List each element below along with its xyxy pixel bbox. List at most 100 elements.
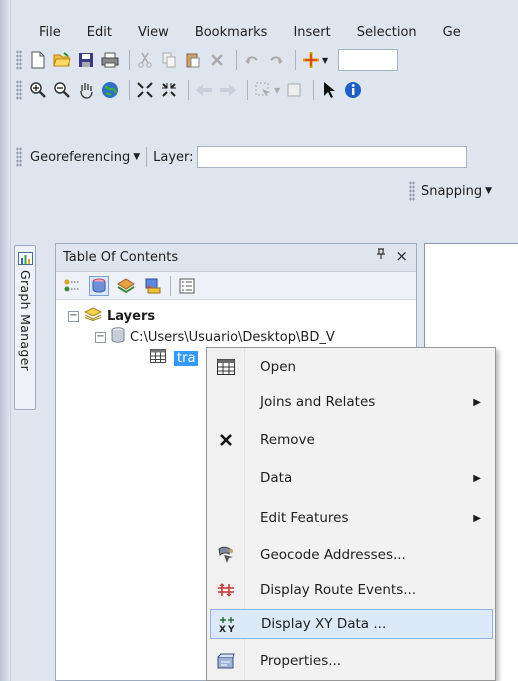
menu-item-label: Display XY Data ... [261, 616, 387, 632]
arcmap-window: File Edit View Bookmarks Insert Selectio… [0, 0, 518, 681]
options-icon[interactable] [177, 276, 197, 296]
table-icon [216, 357, 236, 377]
identify-icon[interactable] [343, 80, 363, 100]
georeferencing-toolbar: Georeferencing ▼ Layer: [12, 142, 518, 172]
tree-item-source-folder[interactable]: − C:\Users\Usuario\Desktop\BD_V [95, 327, 335, 347]
menu-item-joins-and-relates[interactable]: Joins and Relates ▶ [210, 387, 493, 417]
menu-geoprocessing[interactable]: Ge [417, 25, 461, 40]
menu-item-open[interactable]: Open [210, 352, 493, 382]
chevron-down-icon[interactable]: ▼ [322, 56, 328, 65]
fixed-zoom-in-icon[interactable] [135, 80, 155, 100]
close-icon [216, 430, 236, 450]
open-folder-icon[interactable] [52, 50, 72, 70]
svg-text:Y: Y [227, 625, 235, 634]
select-elements-icon[interactable] [319, 80, 339, 100]
menu-item-label: Joins and Relates [260, 394, 376, 410]
copy-icon[interactable] [159, 50, 179, 70]
menu-file[interactable]: File [12, 25, 61, 40]
menu-item-display-xy-data[interactable]: XY Display XY Data ... [210, 609, 493, 639]
standard-toolbar: ▼ [12, 45, 518, 75]
select-features-icon[interactable] [253, 80, 273, 100]
menu-item-label: Open [260, 359, 297, 375]
menu-item-label: Geocode Addresses... [260, 547, 406, 563]
menu-item-properties[interactable]: Properties... [210, 646, 493, 676]
toolbar-separator [146, 147, 148, 167]
add-data-icon[interactable] [301, 50, 321, 70]
menu-item-display-route-events[interactable]: Display Route Events... [210, 575, 493, 605]
menu-item-edit-features[interactable]: Edit Features ▶ [210, 503, 493, 533]
georeferencing-menu[interactable]: Georeferencing [30, 150, 130, 165]
menu-view[interactable]: View [112, 25, 169, 40]
submenu-arrow-icon: ▶ [473, 396, 481, 408]
route-events-icon [216, 580, 236, 600]
menu-selection[interactable]: Selection [331, 25, 417, 40]
new-document-icon[interactable] [28, 50, 48, 70]
zoom-out-icon[interactable] [52, 80, 72, 100]
collapse-icon[interactable]: − [68, 310, 79, 322]
snapping-toolbar: Snapping ▼ [405, 178, 492, 204]
list-by-drawing-order-icon[interactable] [62, 276, 82, 296]
full-extent-icon[interactable] [100, 80, 120, 100]
graph-manager-tab[interactable]: Graph Manager [14, 245, 36, 410]
tree-item-table[interactable]: tra [150, 348, 199, 368]
toolbar-separator [247, 80, 248, 100]
pin-icon[interactable] [375, 248, 387, 264]
collapse-icon[interactable]: − [95, 331, 106, 343]
submenu-arrow-icon: ▶ [473, 512, 481, 524]
toolbar-separator [313, 80, 315, 100]
paste-icon[interactable] [183, 50, 203, 70]
xy-data-icon: XY [217, 615, 237, 635]
folder-path-label: C:\Users\Usuario\Desktop\BD_V [130, 329, 335, 345]
toolbar-separator [236, 50, 237, 70]
menu-item-remove[interactable]: Remove [210, 425, 493, 455]
menu-bookmarks[interactable]: Bookmarks [169, 25, 268, 40]
toolbar-grip[interactable] [409, 181, 415, 201]
toolbar-separator [295, 50, 296, 70]
context-menu: Open Joins and Relates ▶ Remove Data ▶ E… [206, 347, 496, 681]
chevron-down-icon[interactable]: ▼ [274, 86, 280, 95]
map-scale-combo[interactable] [338, 49, 399, 71]
tree-item-layers[interactable]: − Layers [68, 306, 155, 326]
pan-hand-icon[interactable] [76, 80, 96, 100]
menu-item-label: Data [260, 470, 293, 486]
toolbar-separator [170, 275, 171, 296]
layer-combo[interactable] [196, 146, 467, 168]
graph-icon [18, 252, 33, 265]
menu-edit[interactable]: Edit [61, 25, 112, 40]
zoom-in-icon[interactable] [28, 80, 48, 100]
properties-icon [216, 651, 236, 671]
forward-extent-icon[interactable] [218, 80, 238, 100]
table-name-label: tra [174, 350, 199, 366]
save-icon[interactable] [76, 50, 96, 70]
back-extent-icon[interactable] [194, 80, 214, 100]
list-by-visibility-icon[interactable] [116, 276, 136, 296]
list-by-source-icon[interactable] [89, 275, 109, 296]
toc-toolbar [56, 272, 416, 300]
clear-selection-icon[interactable] [284, 80, 304, 100]
layers-label: Layers [107, 308, 156, 324]
menu-insert[interactable]: Insert [267, 25, 330, 40]
list-by-selection-icon[interactable] [143, 276, 163, 296]
toolbar-separator [129, 50, 130, 70]
close-icon[interactable]: × [395, 247, 408, 265]
undo-icon[interactable] [242, 50, 262, 70]
toolbar-grip[interactable] [16, 50, 22, 70]
fixed-zoom-out-icon[interactable] [159, 80, 179, 100]
svg-text:X: X [219, 625, 226, 634]
toolbar-grip[interactable] [16, 147, 22, 167]
redo-icon[interactable] [266, 50, 286, 70]
chevron-down-icon[interactable]: ▼ [133, 152, 140, 162]
menu-item-label: Edit Features [260, 510, 349, 526]
print-icon[interactable] [100, 50, 120, 70]
table-icon [150, 349, 166, 367]
snapping-menu[interactable]: Snapping [421, 184, 482, 199]
window-edge [0, 0, 11, 681]
toc-title-bar: Table Of Contents × [56, 244, 416, 272]
delete-icon[interactable] [207, 50, 227, 70]
menu-item-label: Display Route Events... [260, 582, 417, 598]
toolbar-grip[interactable] [16, 80, 22, 100]
menu-item-data[interactable]: Data ▶ [210, 463, 493, 493]
chevron-down-icon[interactable]: ▼ [485, 186, 492, 196]
menu-item-geocode-addresses[interactable]: Geocode Addresses... [210, 540, 493, 570]
cut-icon[interactable] [135, 50, 155, 70]
